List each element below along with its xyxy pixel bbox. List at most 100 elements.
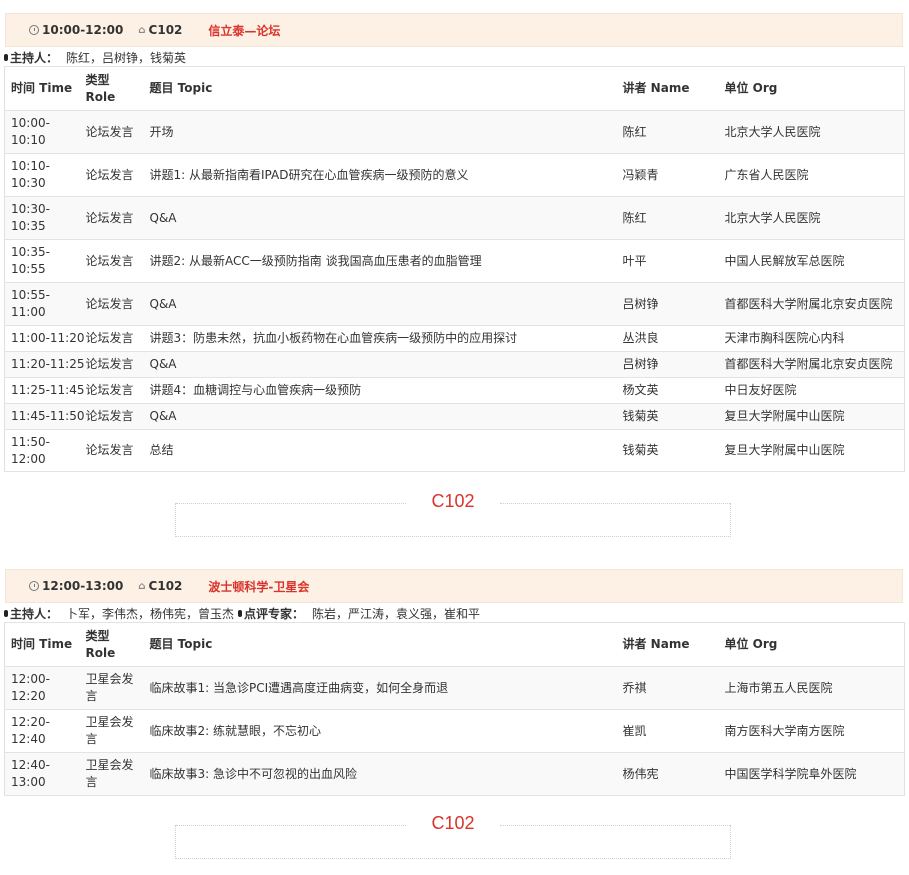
cell-org: 北京大学人民医院 <box>718 196 905 240</box>
cell-role: 卫星会发言 <box>79 752 144 796</box>
col-header-role: 类型 Role <box>79 622 144 667</box>
clock-icon <box>29 581 39 591</box>
cell-org: 上海市第五人民医院 <box>718 666 905 710</box>
cell-org: 首都医科大学附属北京安贞医院 <box>718 282 905 326</box>
schedule-table: 时间 Time 类型 Role 题目 Topic 讲者 Name 单位 Org … <box>4 66 905 472</box>
table-row: 10:30-10:35 论坛发言 Q&A 陈红 北京大学人民医院 <box>4 196 905 240</box>
microphone-icon <box>4 53 8 61</box>
cell-topic: Q&A <box>143 282 617 326</box>
cell-time: 12:40-13:00 <box>4 752 80 796</box>
cell-role: 论坛发言 <box>79 377 144 404</box>
cell-topic: 讲题1: 从最新指南看IPAD研究在心血管疾病一级预防的意义 <box>143 153 617 197</box>
cell-role: 论坛发言 <box>79 351 144 378</box>
cell-time: 10:35-10:55 <box>4 239 80 283</box>
cell-name: 吕树铮 <box>616 282 719 326</box>
col-header-time: 时间 Time <box>4 622 80 667</box>
cell-topic: Q&A <box>143 403 617 430</box>
cell-org: 复旦大学附属中山医院 <box>718 403 905 430</box>
cell-name: 崔凯 <box>616 709 719 753</box>
hosts-line: 主持人： 卜军，李伟杰，杨伟宪，曾玉杰 点评专家： 陈岩，严江涛，袁义强，崔和平 <box>4 605 480 621</box>
cell-role: 卫星会发言 <box>79 666 144 710</box>
table-row: 12:00-12:20 卫星会发言 临床故事1: 当急诊PCI遭遇高度迂曲病变，… <box>4 666 905 710</box>
cell-role: 论坛发言 <box>79 429 144 472</box>
cell-name: 冯颖青 <box>616 153 719 197</box>
session-room: ⌂ C102 <box>138 23 182 37</box>
table-header-row: 时间 Time 类型 Role 题目 Topic 讲者 Name 单位 Org <box>4 622 905 667</box>
table-row: 12:20-12:40 卫星会发言 临床故事2: 练就慧眼，不忘初心 崔凯 南方… <box>4 709 905 753</box>
cell-role: 论坛发言 <box>79 153 144 197</box>
cell-role: 论坛发言 <box>79 110 144 154</box>
session-time: 10:00-12:00 <box>29 23 123 37</box>
cell-time: 10:30-10:35 <box>4 196 80 240</box>
hosts-label: 主持人： <box>10 606 59 621</box>
col-header-topic: 题目 Topic <box>143 66 617 111</box>
cell-name: 钱菊英 <box>616 403 719 430</box>
cell-org: 中国医学科学院阜外医院 <box>718 752 905 796</box>
table-row: 11:25-11:45 论坛发言 讲题4：血糖调控与心血管疾病一级预防 杨文英 … <box>4 377 905 404</box>
cell-name: 杨伟宪 <box>616 752 719 796</box>
cell-name: 叶平 <box>616 239 719 283</box>
cell-time: 12:20-12:40 <box>4 709 80 753</box>
cell-time: 10:55-11:00 <box>4 282 80 326</box>
cell-org: 天津市胸科医院心内科 <box>718 325 905 352</box>
cell-org: 中国人民解放军总医院 <box>718 239 905 283</box>
cell-topic: 临床故事2: 练就慧眼，不忘初心 <box>143 709 617 753</box>
cell-role: 论坛发言 <box>79 196 144 240</box>
table-row: 10:00-10:10 论坛发言 开场 陈红 北京大学人民医院 <box>4 110 905 154</box>
cell-topic: 临床故事3: 急诊中不可忽视的出血风险 <box>143 752 617 796</box>
cell-time: 10:00-10:10 <box>4 110 80 154</box>
col-header-org: 单位 Org <box>718 622 905 667</box>
table-row: 10:55-11:00 论坛发言 Q&A 吕树铮 首都医科大学附属北京安贞医院 <box>4 282 905 326</box>
col-header-org: 单位 Org <box>718 66 905 111</box>
cell-name: 丛洪良 <box>616 325 719 352</box>
session-time: 12:00-13:00 <box>29 579 123 593</box>
cell-topic: Q&A <box>143 196 617 240</box>
session-room: ⌂ C102 <box>138 579 182 593</box>
home-icon: ⌂ <box>138 580 146 592</box>
cell-time: 11:45-11:50 <box>4 403 85 430</box>
cell-topic: 讲题2: 从最新ACC一级预防指南 谈我国高血压患者的血脂管理 <box>143 239 617 283</box>
reviewers-value: 陈岩，严江涛，袁义强，崔和平 <box>312 606 481 621</box>
table-row: 10:10-10:30 论坛发言 讲题1: 从最新指南看IPAD研究在心血管疾病… <box>4 153 905 197</box>
cell-org: 广东省人民医院 <box>718 153 905 197</box>
table-row: 10:35-10:55 论坛发言 讲题2: 从最新ACC一级预防指南 谈我国高血… <box>4 239 905 283</box>
cell-time: 11:00-11:20 <box>4 325 85 352</box>
cell-topic: 开场 <box>143 110 617 154</box>
cell-org: 中日友好医院 <box>718 377 905 404</box>
session-title[interactable]: 信立泰—论坛 <box>208 22 280 39</box>
cell-org: 南方医科大学南方医院 <box>718 709 905 753</box>
cell-org: 复旦大学附属中山医院 <box>718 429 905 472</box>
microphone-icon <box>4 609 8 617</box>
session-time-text: 10:00-12:00 <box>42 23 124 37</box>
col-header-topic: 题目 Topic <box>143 622 617 667</box>
session-title[interactable]: 波士顿科学-卫星会 <box>208 578 309 595</box>
cell-role: 论坛发言 <box>79 282 144 326</box>
session-time-text: 12:00-13:00 <box>42 579 124 593</box>
hosts-value: 卜军，李伟杰，杨伟宪，曾玉杰 <box>66 606 235 621</box>
hosts-label: 主持人： <box>10 50 59 65</box>
col-header-time: 时间 Time <box>4 66 80 111</box>
table-row: 12:40-13:00 卫星会发言 临床故事3: 急诊中不可忽视的出血风险 杨伟… <box>4 752 905 796</box>
cell-name: 杨文英 <box>616 377 719 404</box>
home-icon: ⌂ <box>138 24 146 36</box>
cell-name: 乔祺 <box>616 666 719 710</box>
cell-topic: Q&A <box>143 351 617 378</box>
cell-time: 12:00-12:20 <box>4 666 80 710</box>
hosts-value: 陈红，吕树铮，钱菊英 <box>66 50 187 65</box>
schedule-table: 时间 Time 类型 Role 题目 Topic 讲者 Name 单位 Org … <box>4 622 905 796</box>
col-header-name: 讲者 Name <box>616 66 719 111</box>
cell-org: 北京大学人民医院 <box>718 110 905 154</box>
col-header-name: 讲者 Name <box>616 622 719 667</box>
session-room-text: C102 <box>148 23 183 37</box>
cell-name: 吕树铮 <box>616 351 719 378</box>
cell-role: 卫星会发言 <box>79 709 144 753</box>
microphone-icon <box>238 609 243 617</box>
table-header-row: 时间 Time 类型 Role 题目 Topic 讲者 Name 单位 Org <box>4 66 905 111</box>
cell-time: 11:50-12:00 <box>4 429 80 472</box>
session-header: 10:00-12:00 ⌂ C102 信立泰—论坛 <box>5 13 903 47</box>
cell-org: 首都医科大学附属北京安贞医院 <box>718 351 905 378</box>
cell-time: 11:20-11:25 <box>4 351 85 378</box>
cell-topic: 总结 <box>143 429 617 472</box>
room-footer: C102 <box>175 491 731 537</box>
cell-role: 论坛发言 <box>79 239 144 283</box>
